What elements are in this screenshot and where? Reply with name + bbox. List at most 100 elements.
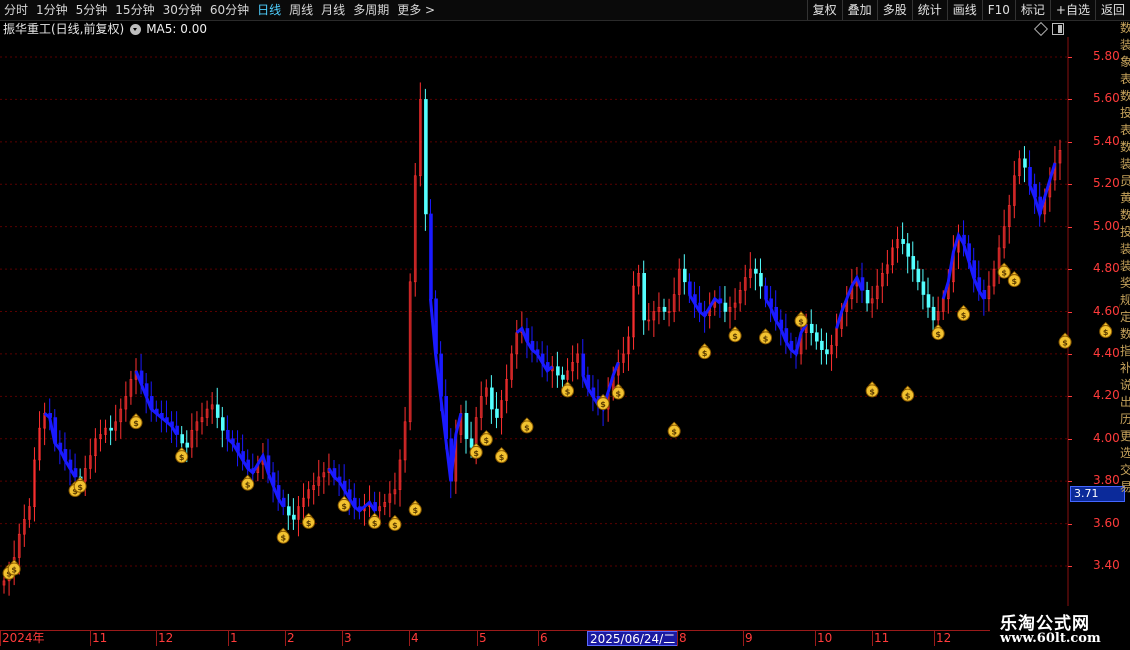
money-bag-icon: $ [763,334,769,343]
toolbar-button-6[interactable]: 标记 [1014,0,1050,20]
tab-8[interactable]: 月线 [317,0,349,20]
tab-0[interactable]: 分时 [0,0,32,20]
cursor-date-label: 2025/06/24/二 [587,631,679,646]
candle-body [221,417,225,431]
money-bag-icon: $ [905,392,911,401]
tab-7[interactable]: 周线 [285,0,317,20]
date-label: 10 [817,631,833,645]
candle-body [764,285,768,300]
chart-title-bar: 振华重工(日线,前复权) MA5: 0.00 [0,21,207,37]
candle-body [226,429,230,440]
tab-5[interactable]: 60分钟 [206,0,253,20]
money-bag-icon: $ [11,566,17,575]
candle-body [1028,166,1032,185]
toolbar-button-1[interactable]: 叠加 [841,0,877,20]
price-tick-mark [1068,57,1072,58]
money-bag-icon [340,495,349,500]
money-bag-icon [497,447,506,451]
toolbar-button-2[interactable]: 多股 [876,0,912,20]
price-tick-mark [1068,481,1072,483]
money-bag-icon [797,311,806,316]
date-label: 5 [479,631,487,645]
date-separator [815,631,816,646]
price-tick-mark [1068,269,1072,271]
price-tick-mark [1068,311,1072,313]
candle-body [464,412,469,440]
candle-body [759,273,763,287]
money-bag-icon: $ [499,453,505,462]
candle-body [688,281,692,295]
price-tick-label: 3.60 [1093,515,1120,530]
date-separator [90,631,91,646]
toolbar-button-8[interactable]: 返回 [1094,0,1130,20]
money-bag-icon [411,500,420,505]
money-bag-icon [959,304,968,309]
money-bag-icon: $ [1012,277,1018,286]
tab-2[interactable]: 5分钟 [72,0,112,20]
tab-1[interactable]: 1分钟 [32,0,72,20]
candle-body [424,99,428,215]
tab-6[interactable]: 日线 [253,0,285,20]
money-bag-icon [903,385,912,390]
money-bag-icon [731,326,740,331]
toolbar-button-0[interactable]: 复权 [806,0,842,20]
panel-toggle-icon[interactable] [1052,23,1064,35]
price-tick-label: 5.60 [1093,91,1120,106]
price-tick-label: 4.80 [1093,261,1120,276]
money-bag-icon: $ [732,332,738,341]
price-tick-label: 4.20 [1093,388,1120,403]
tab-9[interactable]: 多周期 [349,0,393,20]
toolbar-button-4[interactable]: 画线 [946,0,982,20]
money-bag-icon: $ [600,400,606,409]
money-bag-icon [934,324,943,328]
tab-10[interactable]: 更多 > [393,0,439,20]
candle-body [825,349,829,355]
date-label: 11 [874,631,890,645]
money-bag-icon [614,383,623,388]
right-toolbar-buttons: 复权 叠加 多股 统计 画线 F10 标记 +自选 返回 [806,0,1130,20]
money-bag-icon: $ [1062,339,1068,348]
money-bag-icon: $ [671,428,677,437]
price-tick-mark [1068,523,1072,525]
toolbar-button-7[interactable]: +自选 [1049,0,1095,20]
side-info-strip[interactable]: 数装象表数投表数装员黄数投装装奖规定数指补说出历更选交易 [1120,20,1130,540]
money-bag-icon: $ [935,330,941,339]
tab-4[interactable]: 30分钟 [159,0,206,20]
money-bag-icon: $ [412,506,418,515]
money-bag-icon [1000,262,1009,267]
money-bag-icon [243,474,252,479]
date-label: 8 [679,631,687,645]
money-bag-icon [522,417,531,422]
candle-body [906,243,910,257]
candlestick-chart[interactable]: $$$$$$$$$$$$$$$$$$$$$$$$$$$$$$$$$$$ [0,37,1120,630]
candle-body [109,427,113,431]
candle-body [809,323,814,334]
date-label: 6 [540,631,548,645]
money-bag-icon [10,559,19,564]
price-tick-mark [1068,99,1072,101]
date-label: 12 [936,631,952,645]
candle-body [662,306,667,312]
date-axis: 2024年 11 12 1 2 3 4 5 6 2025/06/24/二 8 9 10 11 12 [0,630,1130,646]
diamond-icon[interactable] [1033,21,1049,37]
candle-body [429,213,433,300]
toolbar-button-5[interactable]: F10 [981,0,1015,20]
tab-3[interactable]: 15分钟 [111,0,158,20]
money-bag-icon [132,413,140,418]
candle-body [815,332,819,342]
money-bag-icon [1101,321,1110,326]
candle-body [911,256,916,270]
date-label: 11 [92,631,108,645]
candle-body [931,306,936,321]
toolbar-button-3[interactable]: 统计 [911,0,947,20]
period-tabs: 分时 1分钟 5分钟 15分钟 30分钟 60分钟 日线 周线 月线 多周期 更多 > [0,0,439,20]
money-bag-icon [482,430,491,435]
money-bag-icon [700,343,709,348]
candle-body [490,387,494,410]
date-separator [477,631,478,646]
indicator-dropdown-icon[interactable] [130,23,142,35]
candle-body [723,302,728,312]
date-separator [409,631,410,646]
candle-body [180,434,184,444]
candle-body [581,353,586,376]
